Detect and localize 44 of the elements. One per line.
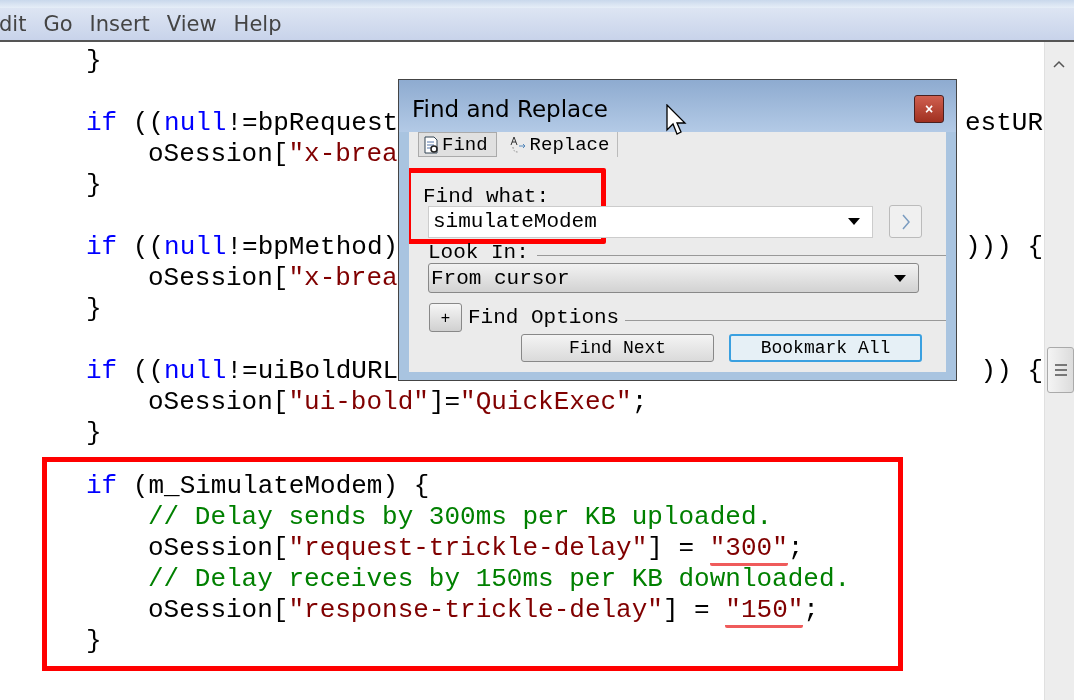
menu-item[interactable]: dit bbox=[0, 12, 27, 36]
code-line: if (m_SimulateModem) { bbox=[86, 471, 430, 502]
code-text: estUR bbox=[965, 108, 1043, 139]
code-line: oSession["x-brea bbox=[147, 263, 398, 294]
search-field[interactable]: simulateModem bbox=[428, 205, 873, 238]
section-label: Find Options bbox=[468, 306, 620, 329]
scroll-thumb[interactable] bbox=[1047, 347, 1074, 393]
look-in-dropdown[interactable]: From cursor bbox=[428, 263, 919, 293]
code-line: } bbox=[86, 170, 102, 201]
replace-icon bbox=[508, 135, 527, 154]
code-line: } bbox=[86, 418, 102, 449]
code-line: if ((null!=bpMethod) bbox=[86, 232, 399, 263]
code-line: if ((null!=uiBoldURL bbox=[86, 356, 399, 387]
menu-item[interactable]: Help bbox=[233, 12, 282, 36]
scrollbar[interactable] bbox=[1044, 42, 1074, 700]
scroll-up-icon[interactable] bbox=[1053, 60, 1065, 68]
code-line: if ((null!=bpRequest bbox=[86, 108, 399, 139]
code-line: } bbox=[86, 626, 102, 657]
code-line: oSession["response-trickle-delay"] = "150"; bbox=[86, 595, 819, 626]
code-line: oSession["ui-bold"]="QuickExec"; bbox=[147, 387, 648, 418]
dialog-button[interactable]: Bookmark All bbox=[729, 334, 922, 362]
code-line: } bbox=[86, 46, 102, 77]
tab[interactable]: Find bbox=[418, 132, 497, 157]
menu-item[interactable]: Insert bbox=[89, 12, 150, 36]
code-line: // Delay receives by 150ms per KB downloaded. bbox=[147, 564, 851, 595]
menu-item[interactable]: Go bbox=[43, 12, 73, 36]
field-label: Find what: bbox=[423, 185, 550, 208]
close-button[interactable]: × bbox=[914, 95, 944, 123]
code-line: oSession["x-brea bbox=[147, 139, 398, 170]
code-line: oSession["request-trickle-delay"] = "300"; bbox=[86, 533, 804, 564]
dropdown-arrow-icon[interactable] bbox=[848, 218, 860, 225]
chevron-right-icon bbox=[900, 213, 911, 230]
field-label: Look In: bbox=[428, 240, 529, 264]
code-line: // Delay sends by 300ms per KB uploaded. bbox=[147, 502, 773, 533]
menu-item[interactable]: View bbox=[166, 12, 217, 36]
document-icon bbox=[423, 135, 439, 154]
expand-button[interactable]: + bbox=[429, 303, 462, 332]
code-text: ))) { bbox=[965, 232, 1043, 263]
dialog-title: Find and Replace bbox=[412, 96, 608, 122]
dropdown-arrow-icon bbox=[894, 274, 906, 282]
mouse-cursor-icon bbox=[666, 104, 688, 138]
code-line: } bbox=[86, 294, 102, 325]
dialog-button[interactable]: Find Next bbox=[521, 334, 714, 362]
code-text: )) { bbox=[980, 356, 1043, 387]
